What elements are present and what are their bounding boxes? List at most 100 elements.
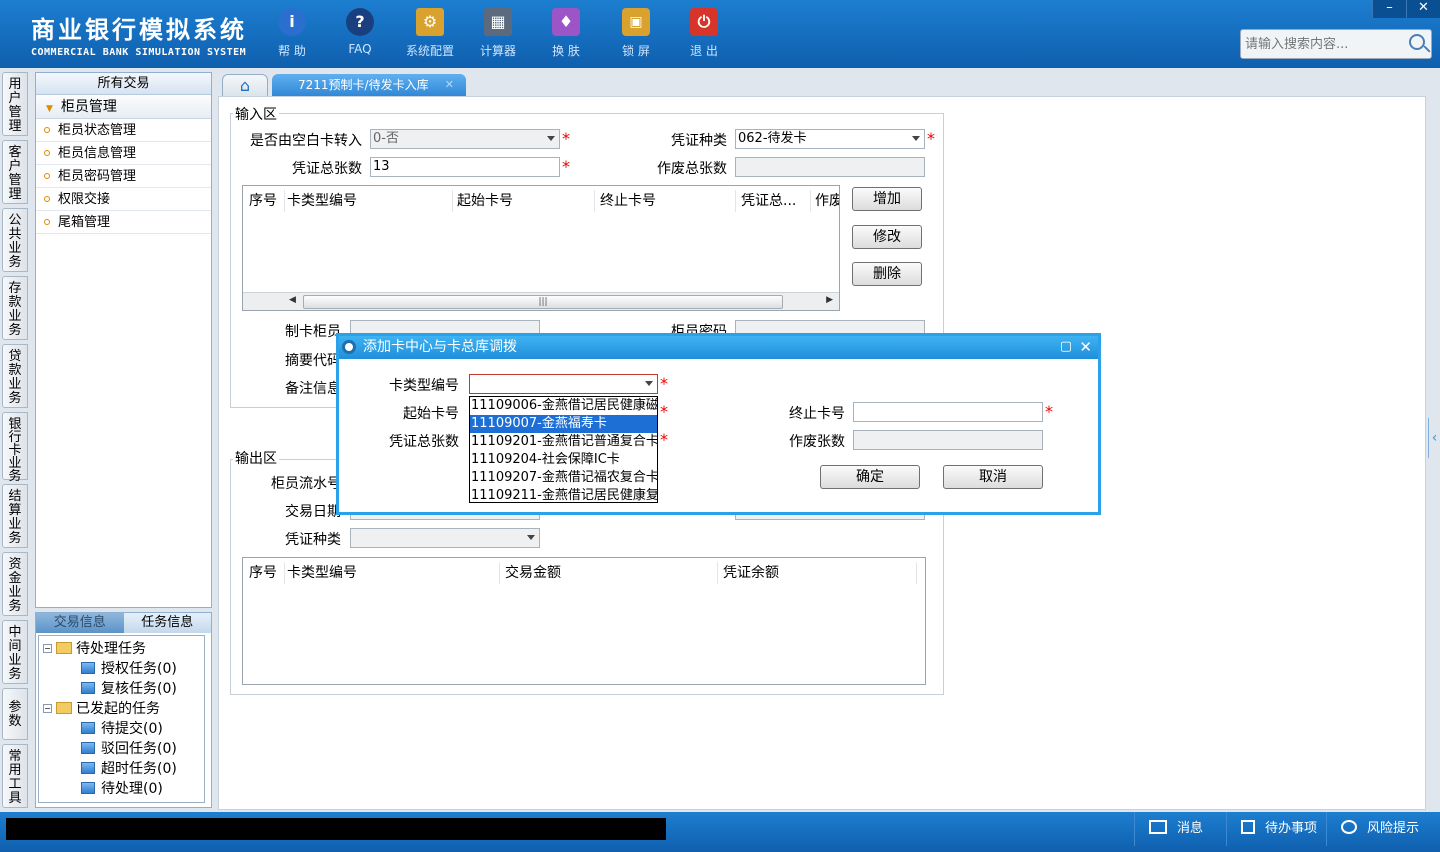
confirm-button[interactable]: 确定 (820, 465, 920, 489)
search-icon[interactable] (1409, 34, 1425, 50)
vtab-common-tools[interactable]: 常用工具 (2, 744, 28, 808)
main-tabbar: ⌂ 7211预制卡/待发卡入库 ✕ (218, 72, 1440, 98)
home-tab[interactable]: ⌂ (222, 74, 268, 98)
tree-node-auth-tasks[interactable]: 授权任务(0) (81, 658, 177, 678)
scroll-right-icon[interactable]: ▶ (826, 295, 833, 305)
messages-button[interactable]: 消息 (1134, 812, 1226, 846)
dropdown-option[interactable]: 11109201-金燕借记普通复合卡 (470, 433, 657, 451)
vtab-fund-business[interactable]: 资金业务 (2, 552, 28, 616)
collapse-right-panel-icon[interactable]: ‹ (1428, 418, 1440, 458)
grid-col-voucher-total: 凭证总... (739, 190, 811, 212)
blank-card-select[interactable]: 0-否 (370, 129, 560, 149)
dropdown-option[interactable]: 11109204-社会保障IC卡 (470, 451, 657, 469)
card-range-grid: 序号 卡类型编号 起始卡号 终止卡号 凭证总... 作废 ◀ ||| ▶ (242, 185, 840, 311)
horizontal-scrollbar[interactable]: ◀ ||| ▶ (243, 292, 839, 310)
output-voucher-type-select[interactable] (350, 528, 540, 548)
grid-col-end-no: 终止卡号 (598, 190, 736, 212)
todo-button[interactable]: 待办事项 (1226, 812, 1326, 846)
teller-management-group[interactable]: ▼ 柜员管理 (36, 95, 211, 119)
menu-item-tail-box[interactable]: 尾箱管理 (36, 211, 211, 234)
logout-button[interactable]: ⏻ 退 出 (676, 8, 732, 59)
file-icon (81, 722, 95, 734)
dropdown-option-selected[interactable]: 11109007-金燕福寿卡 (470, 415, 657, 433)
menu-item-teller-password[interactable]: 柜员密码管理 (36, 165, 211, 188)
delete-button[interactable]: 删除 (852, 262, 922, 286)
tree-node-to-submit[interactable]: 待提交(0) (81, 718, 163, 738)
bullet-icon (44, 219, 50, 225)
void-total-input[interactable] (735, 157, 925, 177)
output-col-amount: 交易金额 (503, 562, 718, 584)
close-tab-icon[interactable]: ✕ (445, 74, 454, 96)
required-mark: * (660, 374, 668, 393)
required-mark: * (562, 157, 570, 176)
dropdown-option[interactable]: 11109006-金燕借记居民健康磁 (470, 397, 657, 415)
tree-node-timeout[interactable]: 超时任务(0) (81, 758, 177, 778)
dropdown-option[interactable]: 11109207-金燕借记福农复合卡 (470, 469, 657, 487)
maker-teller-label: 制卡柜员 (285, 324, 341, 340)
info-icon: i (278, 8, 306, 36)
vtab-intermediary-business[interactable]: 中间业务 (2, 620, 28, 684)
vtab-bank-card-business[interactable]: 银行卡业务 (2, 412, 28, 483)
tree-node-pending-tasks[interactable]: − 待处理任务 (43, 638, 146, 658)
vtab-loan-business[interactable]: 贷款业务 (2, 344, 28, 408)
risk-alert-button[interactable]: 风险提示 (1326, 812, 1440, 846)
modify-button[interactable]: 修改 (852, 225, 922, 249)
end-no-input[interactable] (853, 402, 1043, 422)
faq-button[interactable]: ? FAQ (332, 8, 388, 56)
required-mark: * (927, 129, 935, 148)
serial-no-label: 柜员流水号 (271, 476, 341, 492)
vtab-public-business[interactable]: 公共业务 (2, 208, 28, 272)
tree-node-to-process[interactable]: 待处理(0) (81, 778, 163, 798)
chevron-down-icon (547, 136, 555, 141)
vtab-user-management[interactable]: 用户管理 (2, 72, 28, 136)
end-no-label: 终止卡号 (789, 406, 845, 422)
tab-task-info[interactable]: 任务信息 (123, 613, 211, 633)
minimize-button[interactable]: – (1372, 0, 1406, 18)
menu-item-permission-handover[interactable]: 权限交接 (36, 188, 211, 211)
void-count-label: 作废张数 (789, 434, 845, 450)
vtab-customer-management[interactable]: 客户管理 (2, 140, 28, 204)
scroll-left-icon[interactable]: ◀ (289, 295, 296, 305)
collapse-icon[interactable]: − (43, 644, 52, 653)
lock-screen-button[interactable]: ▣ 锁 屏 (608, 8, 664, 59)
dialog-close-icon[interactable]: ✕ (1079, 336, 1092, 358)
tab-transaction-info[interactable]: 交易信息 (36, 613, 124, 633)
dialog-title: 添加卡中心与卡总库调拨 (363, 339, 517, 355)
power-icon: ⏻ (690, 8, 718, 36)
maximize-icon[interactable]: ▢ (1060, 336, 1072, 358)
card-type-combobox[interactable] (469, 374, 658, 394)
collapse-icon[interactable]: − (43, 704, 52, 713)
vtab-settlement-business[interactable]: 结算业务 (2, 484, 28, 548)
file-icon (81, 762, 95, 774)
voucher-total-input[interactable]: 13 (370, 157, 560, 177)
chevron-down-icon (912, 136, 920, 141)
change-skin-button[interactable]: ♦ 换 肤 (538, 8, 594, 59)
output-col-balance: 凭证余额 (721, 562, 917, 584)
tree-node-review-tasks[interactable]: 复核任务(0) (81, 678, 177, 698)
grid-col-start-no: 起始卡号 (455, 190, 595, 212)
voucher-type-select[interactable]: 062-待发卡 (735, 129, 925, 149)
tab-active-transaction[interactable]: 7211预制卡/待发卡入库 ✕ (272, 74, 466, 98)
system-config-button[interactable]: ⚙ 系统配置 (402, 8, 458, 59)
task-panel: 交易信息 任务信息 − 待处理任务 授权任务(0) 复核任务(0) − 已发起的任务… (35, 612, 212, 808)
status-bar: 消息 待办事项 风险提示 (0, 812, 1440, 852)
add-button[interactable]: 增加 (852, 187, 922, 211)
search-input[interactable] (1241, 30, 1401, 58)
close-window-button[interactable]: ✕ (1406, 0, 1440, 18)
void-count-input[interactable] (853, 430, 1043, 450)
cancel-button[interactable]: 取消 (943, 465, 1043, 489)
menu-item-teller-status[interactable]: 柜员状态管理 (36, 119, 211, 142)
file-icon (81, 742, 95, 754)
help-button[interactable]: i 帮 助 (264, 8, 320, 59)
menu-item-teller-info[interactable]: 柜员信息管理 (36, 142, 211, 165)
calculator-button[interactable]: ▦ 计算器 (470, 8, 526, 59)
vtab-deposit-business[interactable]: 存款业务 (2, 276, 28, 340)
tree-node-initiated-tasks[interactable]: − 已发起的任务 (43, 698, 160, 718)
tree-node-rejected[interactable]: 驳回任务(0) (81, 738, 177, 758)
chevron-down-icon (527, 535, 535, 540)
scroll-thumb[interactable]: ||| (303, 295, 783, 309)
dropdown-option[interactable]: 11109211-金燕借记居民健康复 (470, 487, 657, 502)
vtab-parameters[interactable]: 参数 (2, 688, 28, 740)
card-type-label: 卡类型编号 (389, 378, 459, 394)
bullet-icon (44, 196, 50, 202)
